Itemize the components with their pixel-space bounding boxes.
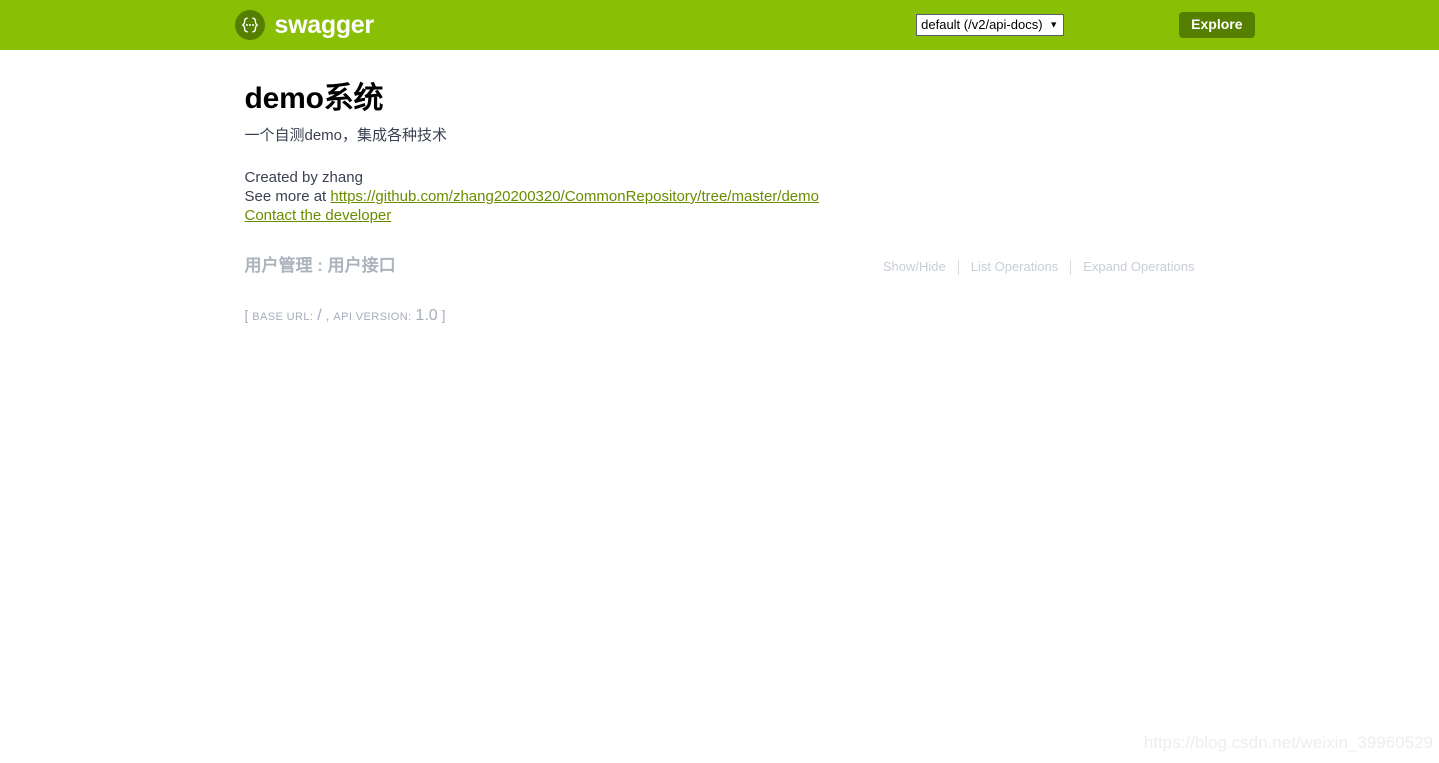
top-header-bar: swagger default (/v2/api-docs) ▼ Explore <box>0 0 1439 50</box>
api-meta: Created by zhang See more at https://git… <box>245 168 1195 225</box>
contact-line: Contact the developer <box>245 206 1195 225</box>
see-more-line: See more at https://github.com/zhang2020… <box>245 187 1195 206</box>
page-title: demo系统 <box>244 82 384 115</box>
expand-operations-link[interactable]: Expand Operations <box>1071 258 1194 276</box>
see-more-prefix: See more at <box>244 188 331 205</box>
swagger-logo-link[interactable]: swagger <box>234 10 375 40</box>
api-description: 一个自测demo，集成各种技术 <box>244 127 448 144</box>
header-inner: swagger default (/v2/api-docs) ▼ Explore <box>234 0 1255 50</box>
contact-developer-link[interactable]: Contact the developer <box>245 207 392 224</box>
footer-comma: , <box>325 307 330 323</box>
resource-options: Show/Hide List Operations Expand Operati… <box>871 258 1195 276</box>
base-url-value: / <box>317 307 322 324</box>
swagger-braces-icon <box>234 10 265 40</box>
watermark-text: https://blog.csdn.net/weixin_39960529 <box>1143 733 1433 752</box>
see-more-link[interactable]: https://github.com/zhang20200320/CommonR… <box>330 188 819 205</box>
api-version-label: API VERSION: <box>333 311 412 323</box>
api-selector-group: default (/v2/api-docs) ▼ Explore <box>916 0 1255 50</box>
explore-button[interactable]: Explore <box>1179 12 1255 38</box>
resource-heading: 用户管理 : 用户接口 <box>245 255 396 277</box>
footer-close-bracket: ] <box>441 307 446 323</box>
resource-heading-link[interactable]: 用户管理 : 用户接口 <box>245 256 396 275</box>
show-hide-link[interactable]: Show/Hide <box>871 258 958 276</box>
api-info-block: demo系统 一个自测demo，集成各种技术 Created by zhang … <box>245 50 1195 225</box>
list-operations-link[interactable]: List Operations <box>959 258 1070 276</box>
footer-open-bracket: [ <box>244 307 249 323</box>
spec-select-wrapper: default (/v2/api-docs) ▼ <box>916 14 1065 36</box>
swagger-logo-text: swagger <box>274 10 375 39</box>
base-url-label: BASE URL: <box>252 311 314 323</box>
api-version-value: 1.0 <box>415 307 438 324</box>
resource-row: 用户管理 : 用户接口 Show/Hide List Operations Ex… <box>245 255 1195 277</box>
api-footer: [ BASE URL: / , API VERSION: 1.0 ] <box>245 305 1195 327</box>
created-by-line: Created by zhang <box>244 169 363 186</box>
main-content: demo系统 一个自测demo，集成各种技术 Created by zhang … <box>245 50 1195 327</box>
spec-select[interactable]: default (/v2/api-docs) <box>916 14 1065 36</box>
